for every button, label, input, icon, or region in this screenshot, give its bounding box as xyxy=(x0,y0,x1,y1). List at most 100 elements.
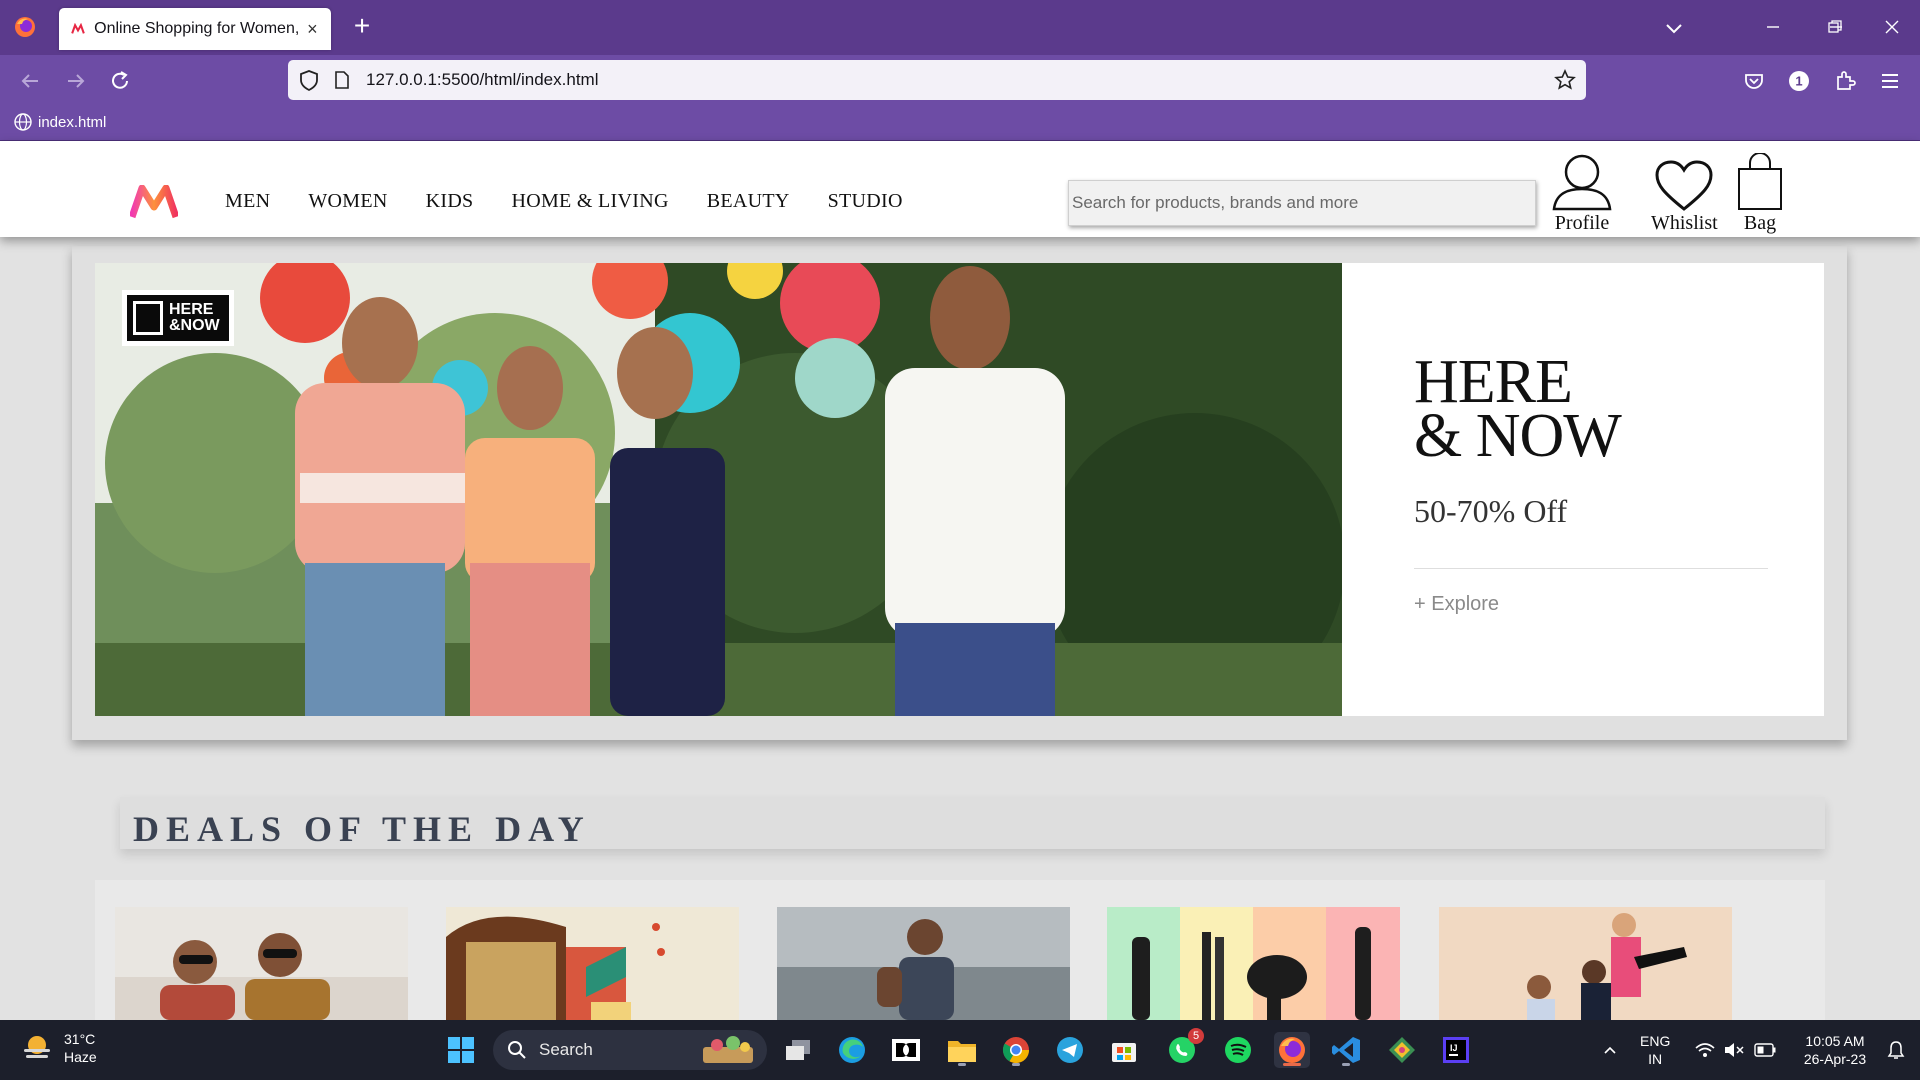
language-code: ENG xyxy=(1640,1033,1671,1049)
menu-item-studio[interactable]: STUDIO xyxy=(828,190,903,213)
whatsapp-icon[interactable]: 5 xyxy=(1164,1028,1204,1068)
close-window-icon[interactable] xyxy=(1872,12,1912,42)
weather-desc: Haze xyxy=(64,1049,97,1065)
deal-image xyxy=(777,907,1070,1020)
edge-browser-icon[interactable] xyxy=(834,1032,870,1068)
url-bar[interactable]: 127.0.0.1:5500/html/index.html xyxy=(288,60,1586,100)
extension-badge-icon[interactable]: 1 xyxy=(1785,67,1813,95)
pocket-icon[interactable] xyxy=(1740,67,1768,95)
battery-icon[interactable] xyxy=(1747,1032,1783,1068)
profile-button[interactable]: Profile xyxy=(1550,153,1614,235)
microsoft-store-icon[interactable] xyxy=(1106,1032,1142,1068)
menu-item-men[interactable]: MEN xyxy=(225,190,270,213)
promo-offer: 50-70% Off xyxy=(1414,493,1568,529)
menu-item-women[interactable]: WOMEN xyxy=(308,190,387,213)
region-code: IN xyxy=(1648,1051,1663,1067)
git-kraken-icon[interactable] xyxy=(1384,1032,1420,1068)
task-view-icon[interactable] xyxy=(780,1032,816,1068)
new-tab-icon[interactable]: + xyxy=(348,12,376,41)
banner-photo-illustration xyxy=(95,263,1342,716)
chrome-icon[interactable] xyxy=(998,1032,1034,1068)
deal-image xyxy=(446,907,739,1020)
banner-promo-panel: HERE & NOW 50-70% Off + Explore xyxy=(1342,263,1824,716)
here-now-logo: HERE &NOW xyxy=(122,290,234,346)
chevron-up-icon[interactable] xyxy=(1592,1032,1628,1068)
taskbar-search[interactable]: Search xyxy=(493,1030,767,1070)
menu-item-kids[interactable]: KIDS xyxy=(426,190,474,213)
search-icon xyxy=(508,1041,526,1059)
bookmark-star-icon[interactable] xyxy=(1554,69,1576,91)
menu-item-beauty[interactable]: BEAUTY xyxy=(707,190,790,213)
clock-time: 10:05 AM xyxy=(1805,1033,1865,1049)
firefox-taskbar-icon[interactable] xyxy=(1274,1032,1310,1068)
deal-card[interactable] xyxy=(446,907,739,1020)
badge-line-2: &NOW xyxy=(169,317,220,334)
explore-link[interactable]: + Explore xyxy=(1414,593,1499,616)
browser-tab[interactable]: Online Shopping for Women, M × xyxy=(59,8,331,50)
hamburger-menu-icon[interactable] xyxy=(1876,67,1904,95)
spotify-icon[interactable] xyxy=(1220,1032,1256,1068)
telegram-icon[interactable] xyxy=(1052,1032,1088,1068)
notification-bell-icon[interactable] xyxy=(1878,1032,1914,1068)
myntra-logo-icon[interactable] xyxy=(128,184,180,219)
minimize-icon[interactable] xyxy=(1753,12,1793,42)
weather-temp: 31°C xyxy=(64,1031,96,1047)
deal-card[interactable] xyxy=(1107,907,1400,1020)
main-menu: MEN WOMEN KIDS HOME & LIVING BEAUTY STUD… xyxy=(225,190,941,213)
here-now-mark-icon xyxy=(133,301,163,335)
menu-item-home-living[interactable]: HOME & LIVING xyxy=(511,190,668,213)
forward-arrow-icon[interactable] xyxy=(62,67,90,95)
deal-card[interactable] xyxy=(777,907,1070,1020)
dolby-access-icon[interactable] xyxy=(888,1032,924,1068)
wishlist-button[interactable]: Whislist xyxy=(1651,153,1718,235)
language-indicator[interactable]: ENG IN xyxy=(1640,1032,1670,1068)
deal-image xyxy=(1107,907,1400,1020)
svg-text:1: 1 xyxy=(1795,74,1802,89)
search-input[interactable] xyxy=(1068,180,1536,226)
windows-taskbar: 31°C Haze Search 5 IJ ENG IN 10:05 AM 26… xyxy=(0,1020,1920,1080)
taskbar-search-label: Search xyxy=(539,1040,593,1059)
reload-icon[interactable] xyxy=(106,67,134,95)
user-icon xyxy=(1550,153,1614,211)
jetbrains-icon[interactable]: IJ xyxy=(1438,1032,1474,1068)
profile-label: Profile xyxy=(1554,212,1610,234)
url-text[interactable]: 127.0.0.1:5500/html/index.html xyxy=(366,70,598,90)
extensions-puzzle-icon[interactable] xyxy=(1831,67,1859,95)
search-highlight-icon xyxy=(703,1036,753,1063)
heart-icon xyxy=(1652,153,1716,211)
deal-card[interactable] xyxy=(115,907,408,1020)
back-arrow-icon[interactable] xyxy=(16,67,44,95)
firefox-icon[interactable] xyxy=(12,14,38,40)
bookmark-item[interactable]: index.html xyxy=(14,113,106,131)
deals-section-title: DEALS OF THE DAY xyxy=(133,809,591,849)
shopping-bag-icon xyxy=(1728,153,1792,211)
browser-tab-bar: Online Shopping for Women, M × + xyxy=(0,0,1920,55)
chevron-down-icon[interactable] xyxy=(1660,14,1688,42)
tab-close-icon[interactable]: × xyxy=(304,20,321,38)
deal-card[interactable] xyxy=(1439,907,1732,1020)
shield-icon[interactable] xyxy=(298,69,320,92)
bookmarks-bar: index.html xyxy=(0,105,1920,141)
deal-image xyxy=(1439,907,1732,1020)
badge-line-1: HERE xyxy=(169,301,214,318)
bag-button[interactable]: Bag xyxy=(1728,153,1792,235)
page-info-icon[interactable] xyxy=(332,70,352,90)
site-header: MEN WOMEN KIDS HOME & LIVING BEAUTY STUD… xyxy=(0,141,1920,237)
myntra-favicon-icon xyxy=(69,20,86,38)
clock[interactable]: 10:05 AM 26-Apr-23 xyxy=(1795,1032,1875,1068)
weather-widget[interactable]: 31°C Haze xyxy=(20,1030,97,1066)
restore-icon[interactable] xyxy=(1815,12,1855,42)
bookmark-label: index.html xyxy=(38,113,107,131)
file-explorer-icon[interactable] xyxy=(944,1032,980,1068)
deal-image xyxy=(115,907,408,1020)
whatsapp-notification-badge: 5 xyxy=(1188,1028,1204,1044)
vscode-icon[interactable] xyxy=(1328,1032,1364,1068)
windows-start-icon[interactable] xyxy=(443,1032,479,1068)
banner-image[interactable]: HERE &NOW xyxy=(95,263,1342,716)
divider xyxy=(1414,568,1768,569)
promo-title: HERE & NOW xyxy=(1414,348,1622,467)
bag-label: Bag xyxy=(1743,212,1777,234)
svg-text:IJ: IJ xyxy=(1450,1043,1458,1053)
promo-title-line-1: HERE xyxy=(1414,348,1573,416)
sun-haze-icon xyxy=(24,1036,50,1058)
